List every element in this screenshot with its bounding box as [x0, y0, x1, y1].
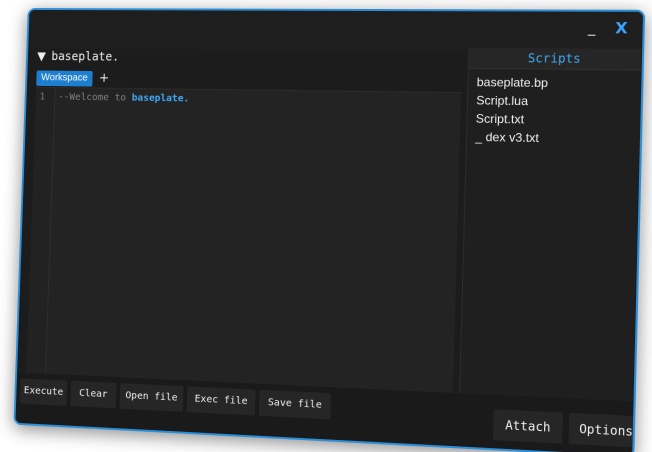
collapse-caret-icon[interactable]: ▼ [37, 49, 46, 63]
executor-window: _ X ▼ baseplate. Workspace + 1 --Welcome… [13, 8, 645, 452]
add-tab-button[interactable]: + [99, 71, 110, 87]
code-line: --Welcome to baseplate. [58, 92, 189, 104]
minimize-button[interactable]: _ [581, 18, 603, 39]
line-gutter: 1 [26, 88, 55, 375]
scripts-panel: Scripts baseplate.bp Script.lua Script.t… [459, 48, 641, 402]
window-title: baseplate. [51, 49, 119, 63]
attach-button[interactable]: Attach [493, 409, 563, 443]
exec-file-button[interactable]: Exec file [187, 386, 256, 415]
tab-workspace[interactable]: Workspace [36, 70, 92, 86]
scripts-panel-title: Scripts [469, 48, 641, 71]
script-item-dex-v3[interactable]: _ dex v3.txt [475, 128, 631, 149]
save-file-button[interactable]: Save file [259, 390, 331, 420]
stage: _ X ▼ baseplate. Workspace + 1 --Welcome… [0, 0, 652, 452]
clear-button[interactable]: Clear [70, 381, 116, 409]
options-button[interactable]: Options [569, 413, 644, 448]
script-item-script-lua[interactable]: Script.lua [476, 91, 631, 111]
script-item-baseplate-bp[interactable]: baseplate.bp [477, 73, 632, 93]
close-button[interactable]: X [611, 18, 633, 39]
code-comment: --Welcome to [58, 92, 132, 104]
script-list: baseplate.bp Script.lua Script.txt _ dex… [467, 69, 641, 153]
code-editor[interactable]: 1 --Welcome to baseplate. [26, 87, 461, 394]
code-highlight: baseplate. [132, 93, 190, 105]
line-number: 1 [39, 92, 45, 103]
script-header: ▼ baseplate. [37, 45, 462, 72]
tab-bar: Workspace + [36, 69, 109, 87]
execute-button[interactable]: Execute [20, 378, 68, 406]
open-file-button[interactable]: Open file [119, 383, 183, 412]
